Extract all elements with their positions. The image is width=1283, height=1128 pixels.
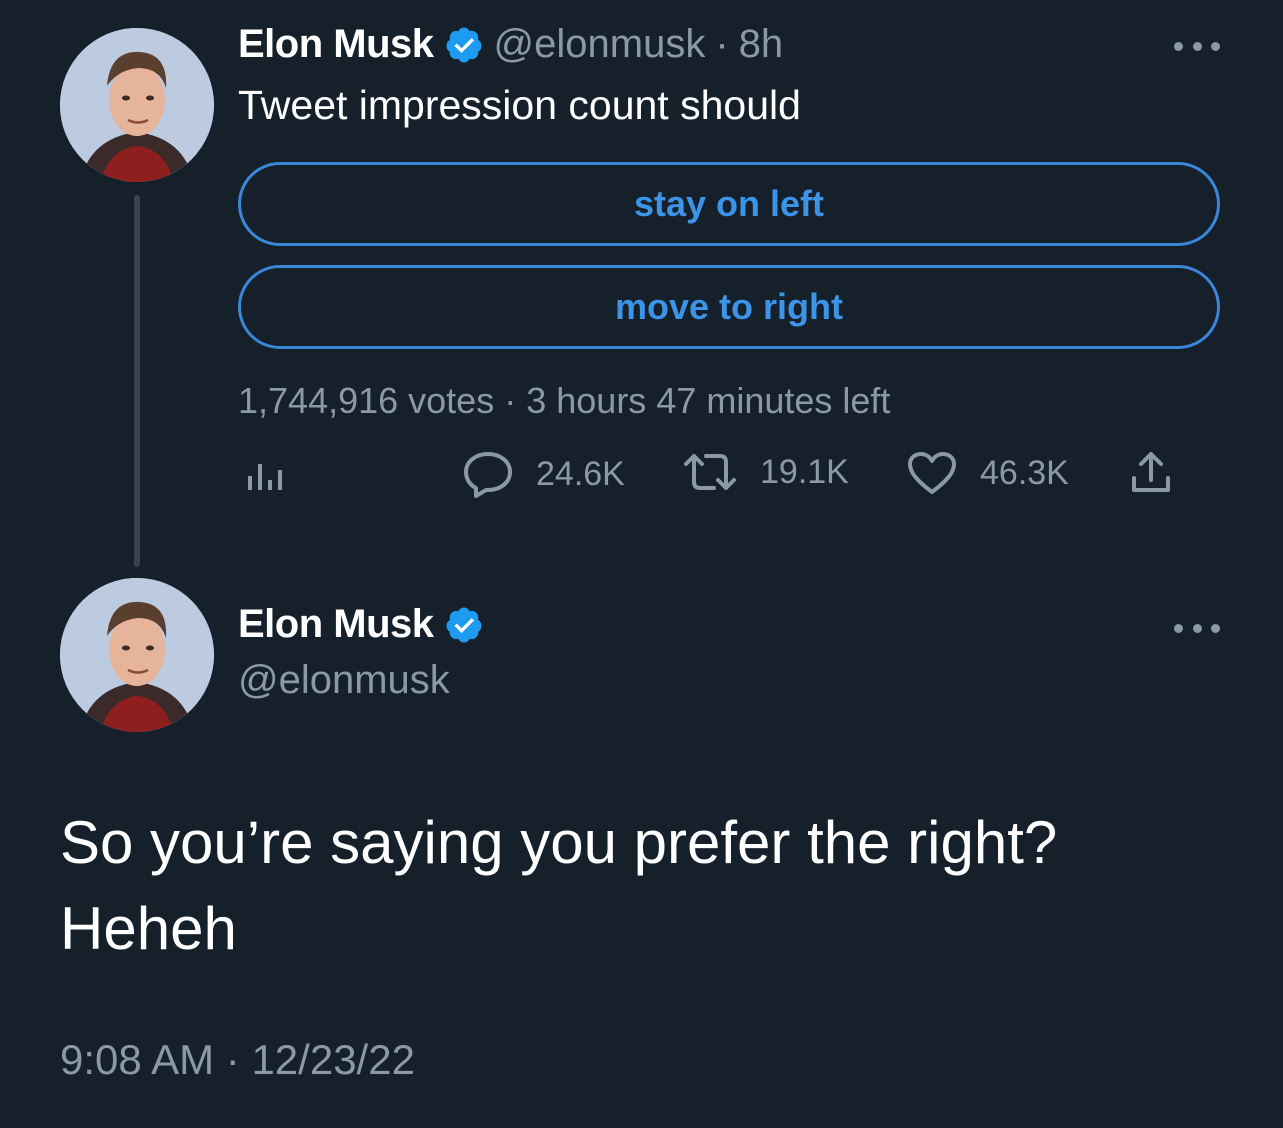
tweet-text: Tweet impression count should (238, 82, 801, 128)
separator-dot: · (504, 380, 517, 421)
poll-option-move-to-right[interactable]: move to right (238, 265, 1220, 349)
author-handle[interactable]: @elonmusk (238, 658, 450, 703)
retweet-icon (682, 450, 738, 494)
avatar[interactable] (60, 578, 214, 732)
tweet-time: 9:08 AM (60, 1036, 215, 1083)
share-icon (1128, 450, 1174, 496)
more-horizontal-icon[interactable] (1174, 40, 1220, 52)
author-handle[interactable]: @elonmusk (494, 22, 706, 67)
author-name[interactable]: Elon Musk (238, 602, 434, 647)
tweet-text-line: So you’re saying you prefer the right? (60, 809, 1058, 876)
poll-meta: 1,744,916 votes · 3 hours 47 minutes lef… (238, 380, 890, 422)
retweet-count: 19.1K (760, 452, 849, 491)
reply-count: 24.6K (536, 454, 625, 493)
tweet-time[interactable]: 8h (739, 22, 784, 67)
tweet-timestamp[interactable]: 9:08 AM · 12/23/22 (60, 1036, 415, 1084)
tweet-thread: Elon Musk @elonmusk · 8h Tweet impressio… (0, 0, 1283, 1128)
thread-connector-line (134, 195, 140, 567)
like-count: 46.3K (980, 453, 1069, 492)
tweet-header: Elon Musk @elonmusk · 8h (238, 22, 783, 67)
retweet-button[interactable]: 19.1K (682, 450, 849, 494)
analytics-icon (244, 450, 288, 494)
tweet-text-line: Heheh (60, 895, 237, 962)
poll-votes: 1,744,916 votes (238, 380, 495, 421)
author-name[interactable]: Elon Musk (238, 22, 434, 67)
separator-dot: · (715, 22, 729, 66)
poll-time-left: 3 hours 47 minutes left (526, 380, 891, 421)
more-horizontal-icon[interactable] (1174, 622, 1220, 634)
share-button[interactable] (1128, 450, 1174, 496)
poll-option-stay-on-left[interactable]: stay on left (238, 162, 1220, 246)
heart-icon (906, 450, 958, 496)
reply-button[interactable]: 24.6K (462, 450, 625, 498)
reply-icon (462, 450, 514, 498)
analytics-button[interactable] (244, 450, 288, 494)
tweet-text: So you’re saying you prefer the right? H… (60, 800, 1240, 972)
tweet-date: 12/23/22 (251, 1036, 415, 1083)
separator-dot: · (225, 1036, 240, 1083)
avatar[interactable] (60, 28, 214, 182)
verified-badge-icon (444, 605, 484, 645)
tweet-header: Elon Musk (238, 602, 484, 647)
like-button[interactable]: 46.3K (906, 450, 1069, 496)
verified-badge-icon (444, 25, 484, 65)
